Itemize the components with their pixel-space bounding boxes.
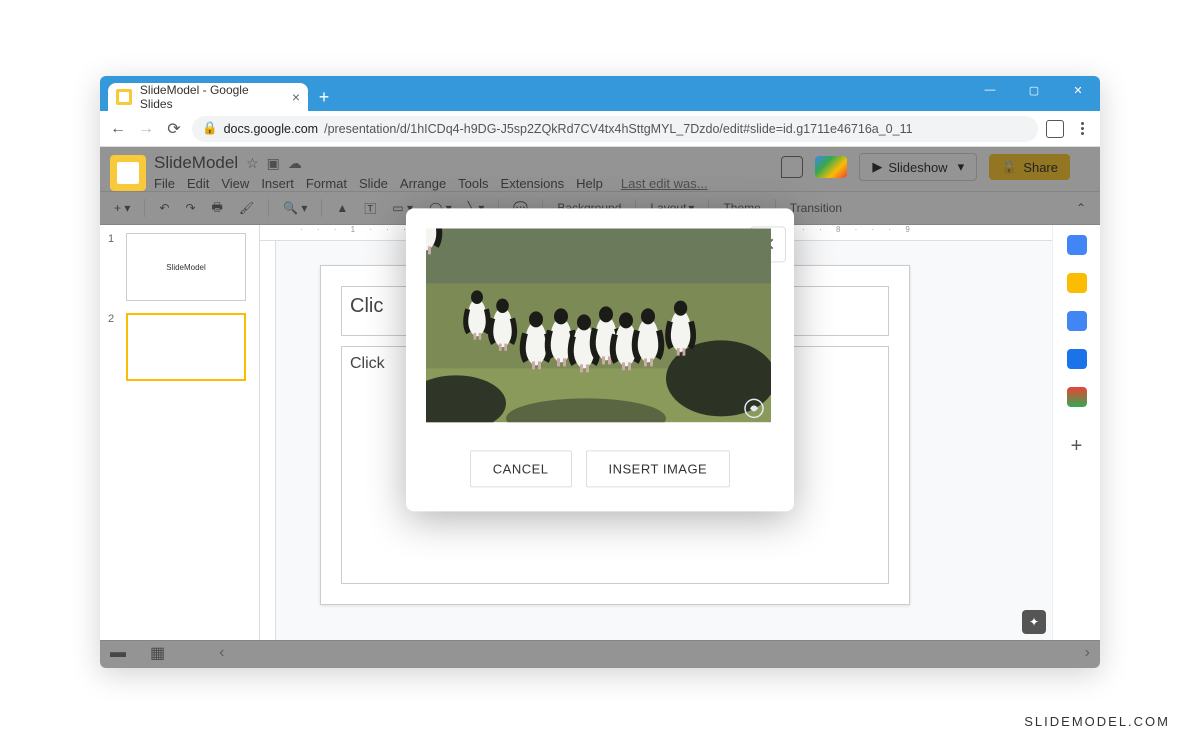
window-minimize-icon[interactable]: — [968, 76, 1012, 104]
titlebar: SlideModel - Google Slides × + — ▢ ✕ [100, 76, 1100, 111]
image-preview [426, 228, 771, 422]
new-tab-button[interactable]: + [312, 85, 336, 109]
insert-image-dialog: ✕ [406, 208, 794, 511]
forward-icon[interactable]: → [136, 119, 156, 139]
cancel-button[interactable]: CANCEL [470, 450, 572, 487]
calendar-icon[interactable] [1067, 235, 1087, 255]
explore-icon[interactable]: ✦ [1022, 610, 1046, 634]
page-watermark: SLIDEMODEL.COM [1024, 714, 1170, 729]
tasks-icon[interactable] [1067, 311, 1087, 331]
window-close-icon[interactable]: ✕ [1056, 76, 1100, 104]
thumbnail[interactable]: 2 [108, 313, 251, 381]
keep-icon[interactable] [1067, 273, 1087, 293]
window-maximize-icon[interactable]: ▢ [1012, 76, 1056, 104]
extension-icon[interactable] [1046, 120, 1064, 138]
slides-favicon-icon [116, 89, 132, 105]
insert-image-button[interactable]: INSERT IMAGE [586, 450, 731, 487]
maps-icon[interactable] [1067, 387, 1087, 407]
browser-window: SlideModel - Google Slides × + — ▢ ✕ ← →… [100, 76, 1100, 668]
browser-tab[interactable]: SlideModel - Google Slides × [108, 83, 308, 111]
add-addon-icon[interactable]: + [1071, 435, 1083, 458]
url-path: /presentation/d/1hICDq4-h9DG-J5sp2ZQkRd7… [324, 122, 912, 136]
reload-icon[interactable]: ⟳ [164, 119, 184, 139]
thumbnail[interactable]: 1 SlideModel [108, 233, 251, 301]
slides-logo-icon[interactable] [110, 155, 146, 191]
meet-icon[interactable] [815, 156, 847, 178]
ruler-vertical [260, 241, 276, 640]
lock-icon: 🔒 [202, 121, 218, 136]
url-host: docs.google.com [224, 122, 319, 136]
tab-title: SlideModel - Google Slides [140, 83, 284, 111]
close-tab-icon[interactable]: × [292, 89, 300, 105]
side-panel: + [1052, 225, 1100, 640]
url-field[interactable]: 🔒 docs.google.com/presentation/d/1hICDq4… [192, 116, 1038, 142]
back-icon[interactable]: ← [108, 119, 128, 139]
url-bar-row: ← → ⟳ 🔒 docs.google.com/presentation/d/1… [100, 111, 1100, 147]
thumbnail-panel: 1 SlideModel 2 [100, 225, 260, 640]
browser-menu-icon[interactable] [1072, 122, 1092, 135]
contacts-icon[interactable] [1067, 349, 1087, 369]
